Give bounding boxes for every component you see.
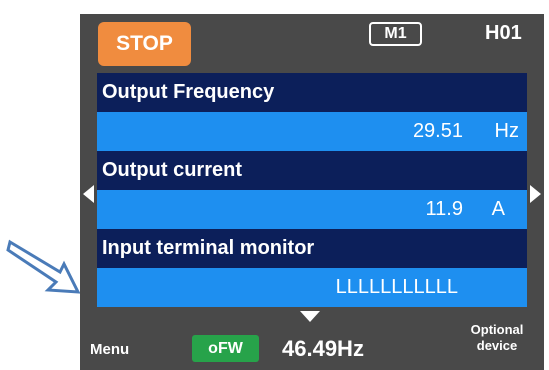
monitor-label-text: Input terminal monitor bbox=[102, 237, 315, 259]
monitor-value-text: LLLLLLLLLLL bbox=[335, 276, 458, 298]
monitor-value-output-frequency: 29.51 Hz bbox=[97, 112, 527, 151]
keypad-lcd-screen: STOP M1 H01 Output Frequency 29.51 Hz Ou… bbox=[80, 14, 544, 370]
menu-softkey-label[interactable]: Menu bbox=[90, 341, 129, 358]
chevron-right-icon[interactable] bbox=[530, 185, 541, 203]
monitor-value-input-terminal: LLLLLLLLLLL bbox=[97, 268, 527, 307]
stop-status-button[interactable]: STOP bbox=[98, 22, 191, 66]
monitor-label-output-current: Output current bbox=[97, 151, 527, 190]
mode-badge-label: M1 bbox=[384, 25, 407, 42]
status-badge: oFW bbox=[192, 335, 259, 362]
optional-device-softkey-label[interactable]: Optional device bbox=[460, 322, 534, 354]
pointer-arrow-icon bbox=[6, 239, 81, 294]
status-badge-label: oFW bbox=[208, 339, 243, 357]
monitor-unit-text: Hz bbox=[494, 120, 519, 142]
monitor-label-output-frequency: Output Frequency bbox=[97, 73, 527, 112]
monitor-label-text: Output Frequency bbox=[102, 81, 275, 103]
stop-label: STOP bbox=[116, 32, 173, 55]
chevron-down-icon[interactable] bbox=[300, 311, 320, 322]
monitor-label-input-terminal: Input terminal monitor bbox=[97, 229, 527, 268]
monitor-label-text: Output current bbox=[102, 159, 242, 181]
mode-badge: M1 bbox=[369, 22, 422, 46]
monitor-value-output-current: 11.9 A bbox=[97, 190, 527, 229]
monitor-value-text: 11.9 bbox=[425, 198, 463, 220]
chevron-left-icon[interactable] bbox=[83, 185, 94, 203]
screen-code: H01 bbox=[485, 22, 522, 44]
frequency-reference: 46.49Hz bbox=[282, 336, 364, 361]
monitor-unit-text: A bbox=[491, 198, 505, 220]
monitor-value-text: 29.51 bbox=[412, 120, 463, 142]
